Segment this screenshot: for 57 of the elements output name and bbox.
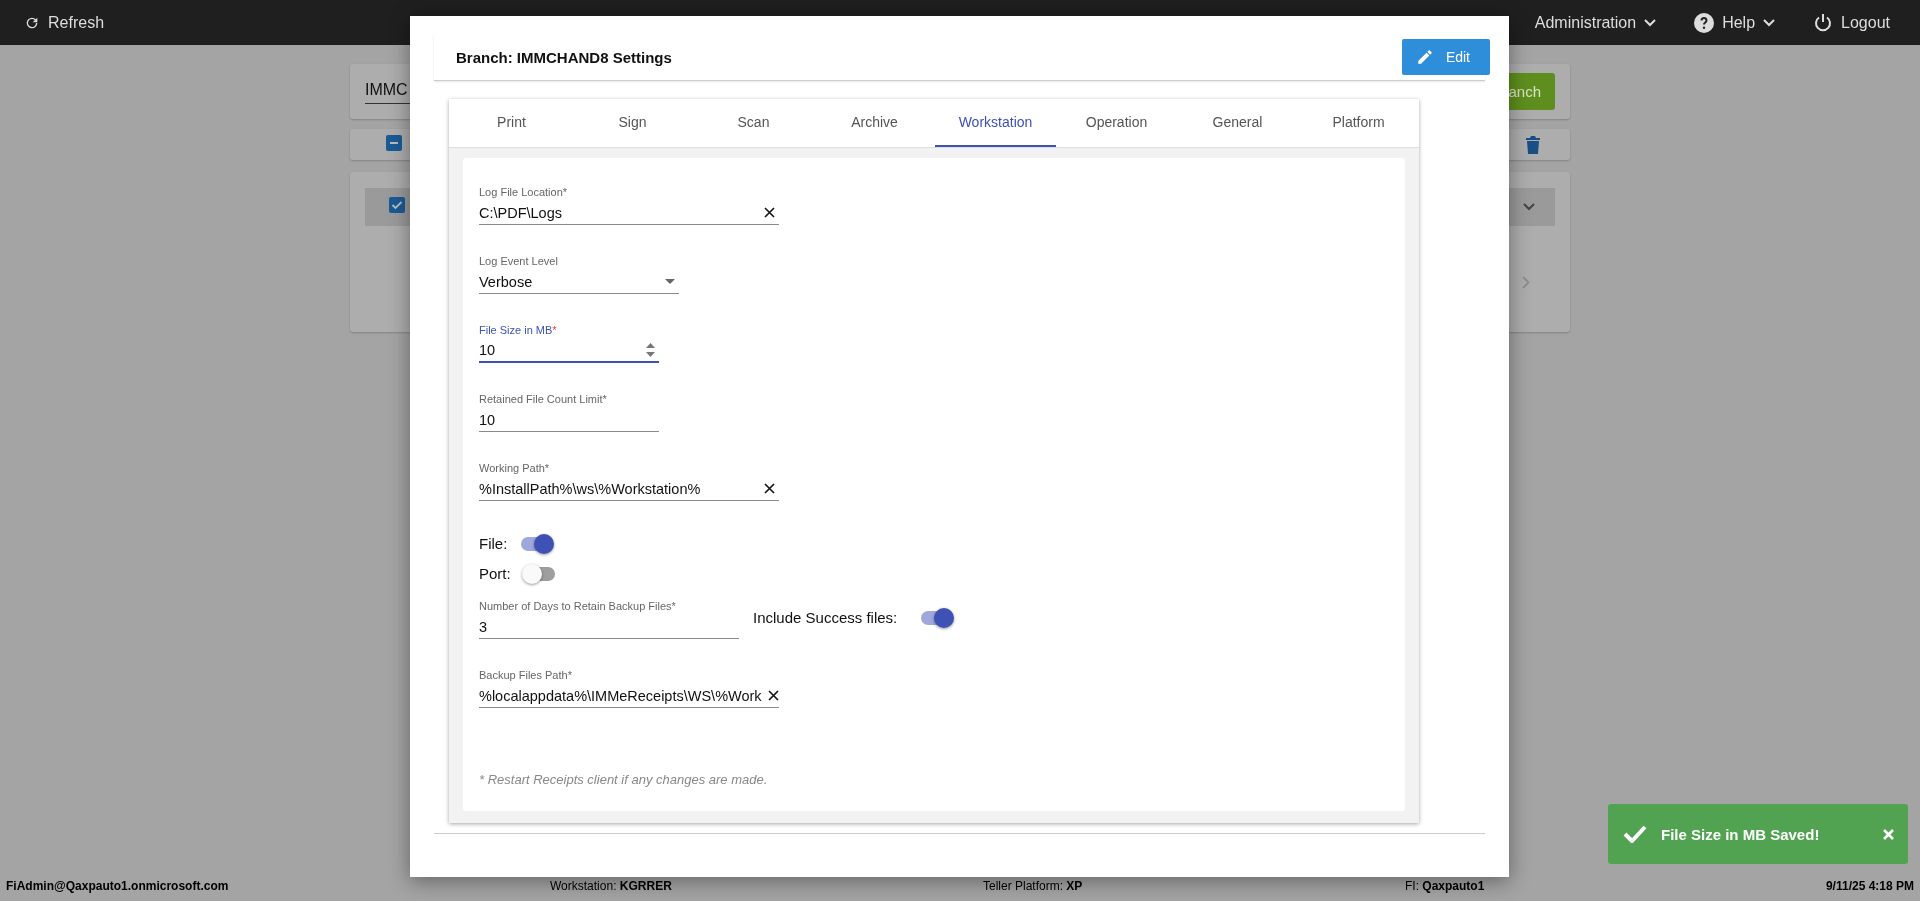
pencil-icon — [1415, 48, 1434, 66]
tab[interactable]: Archive — [814, 99, 935, 147]
modal-title: Branch: IMMCHAND8 Settings — [456, 48, 672, 66]
clear-icon[interactable] — [764, 207, 775, 218]
input-field[interactable]: %localappdata%\IMMeReceipts\WS\%Work — [479, 684, 779, 708]
chevron-down-icon[interactable] — [1523, 203, 1535, 211]
toggle-switch[interactable] — [921, 610, 952, 625]
field-label: Working Path* — [479, 462, 550, 474]
checkbox[interactable] — [389, 197, 405, 213]
field-label: Log Event Level — [479, 255, 558, 267]
tab[interactable]: Print — [451, 99, 572, 147]
checkbox[interactable] — [386, 134, 402, 151]
workstation-text: Workstation: KGRRER — [550, 879, 672, 893]
caret-icon — [1644, 18, 1657, 27]
field-label: Number of Days to Retain Backup Files* — [479, 600, 676, 612]
spinner-icon[interactable] — [646, 342, 655, 358]
caret-icon — [1763, 18, 1776, 27]
tab[interactable]: Operation — [1056, 99, 1177, 147]
user-email: FiAdmin@Qaxpauto1.onmicrosoft.com — [6, 879, 229, 893]
refresh-button[interactable]: Refresh — [24, 13, 105, 32]
input-field[interactable]: C:\PDF\Logs — [479, 201, 779, 225]
platform-text: Teller Platform: XP — [983, 879, 1083, 893]
tab[interactable]: Scan — [693, 99, 814, 147]
field-label: File Size in MB* — [479, 324, 557, 336]
field-label: Retained File Count Limit* — [479, 393, 607, 405]
toggle-switch[interactable] — [521, 536, 552, 551]
edit-button[interactable]: Edit — [1401, 39, 1490, 75]
toggle-label: File: — [479, 535, 508, 552]
logout-button[interactable]: Logout — [1813, 12, 1890, 33]
input-field[interactable]: 10 — [479, 339, 659, 363]
field-label: Log File Location* — [479, 186, 568, 198]
field-label: Backup Files Path* — [479, 669, 572, 681]
restart-note: * Restart Receipts client if any changes are made. — [479, 772, 769, 787]
tab[interactable]: General — [1177, 99, 1298, 147]
input-field[interactable]: %InstallPath%\ws\%Workstation% — [479, 477, 779, 501]
toggle-label: Include Success files: — [753, 609, 898, 626]
help-icon — [1694, 12, 1715, 33]
menu-dropdown[interactable]: Help — [1694, 12, 1776, 33]
toggle-label: Port: — [479, 565, 511, 582]
toast-message: File Size in MB Saved! — [1661, 825, 1821, 843]
input-field[interactable]: 10 — [479, 408, 659, 432]
close-icon[interactable] — [1883, 828, 1894, 840]
power-icon — [1813, 12, 1834, 33]
fi-text: FI: Qaxpauto1 — [1405, 879, 1485, 893]
tab[interactable]: Workstation — [935, 99, 1056, 147]
clear-icon[interactable] — [764, 483, 775, 494]
trash-icon[interactable] — [1526, 135, 1540, 154]
input-field[interactable]: 3 — [479, 615, 739, 639]
select-field[interactable]: Verbose — [479, 270, 679, 294]
menu-dropdown[interactable]: Administration — [1534, 12, 1657, 33]
tab[interactable]: Platform — [1298, 99, 1419, 147]
check-icon — [1623, 825, 1647, 843]
dropdown-arrow-icon — [665, 279, 675, 284]
clear-icon[interactable] — [767, 690, 779, 701]
toggle-switch[interactable] — [524, 566, 555, 581]
date-time: 9/11/25 4:18 PM — [1825, 879, 1914, 893]
tab[interactable]: Sign — [572, 99, 693, 147]
